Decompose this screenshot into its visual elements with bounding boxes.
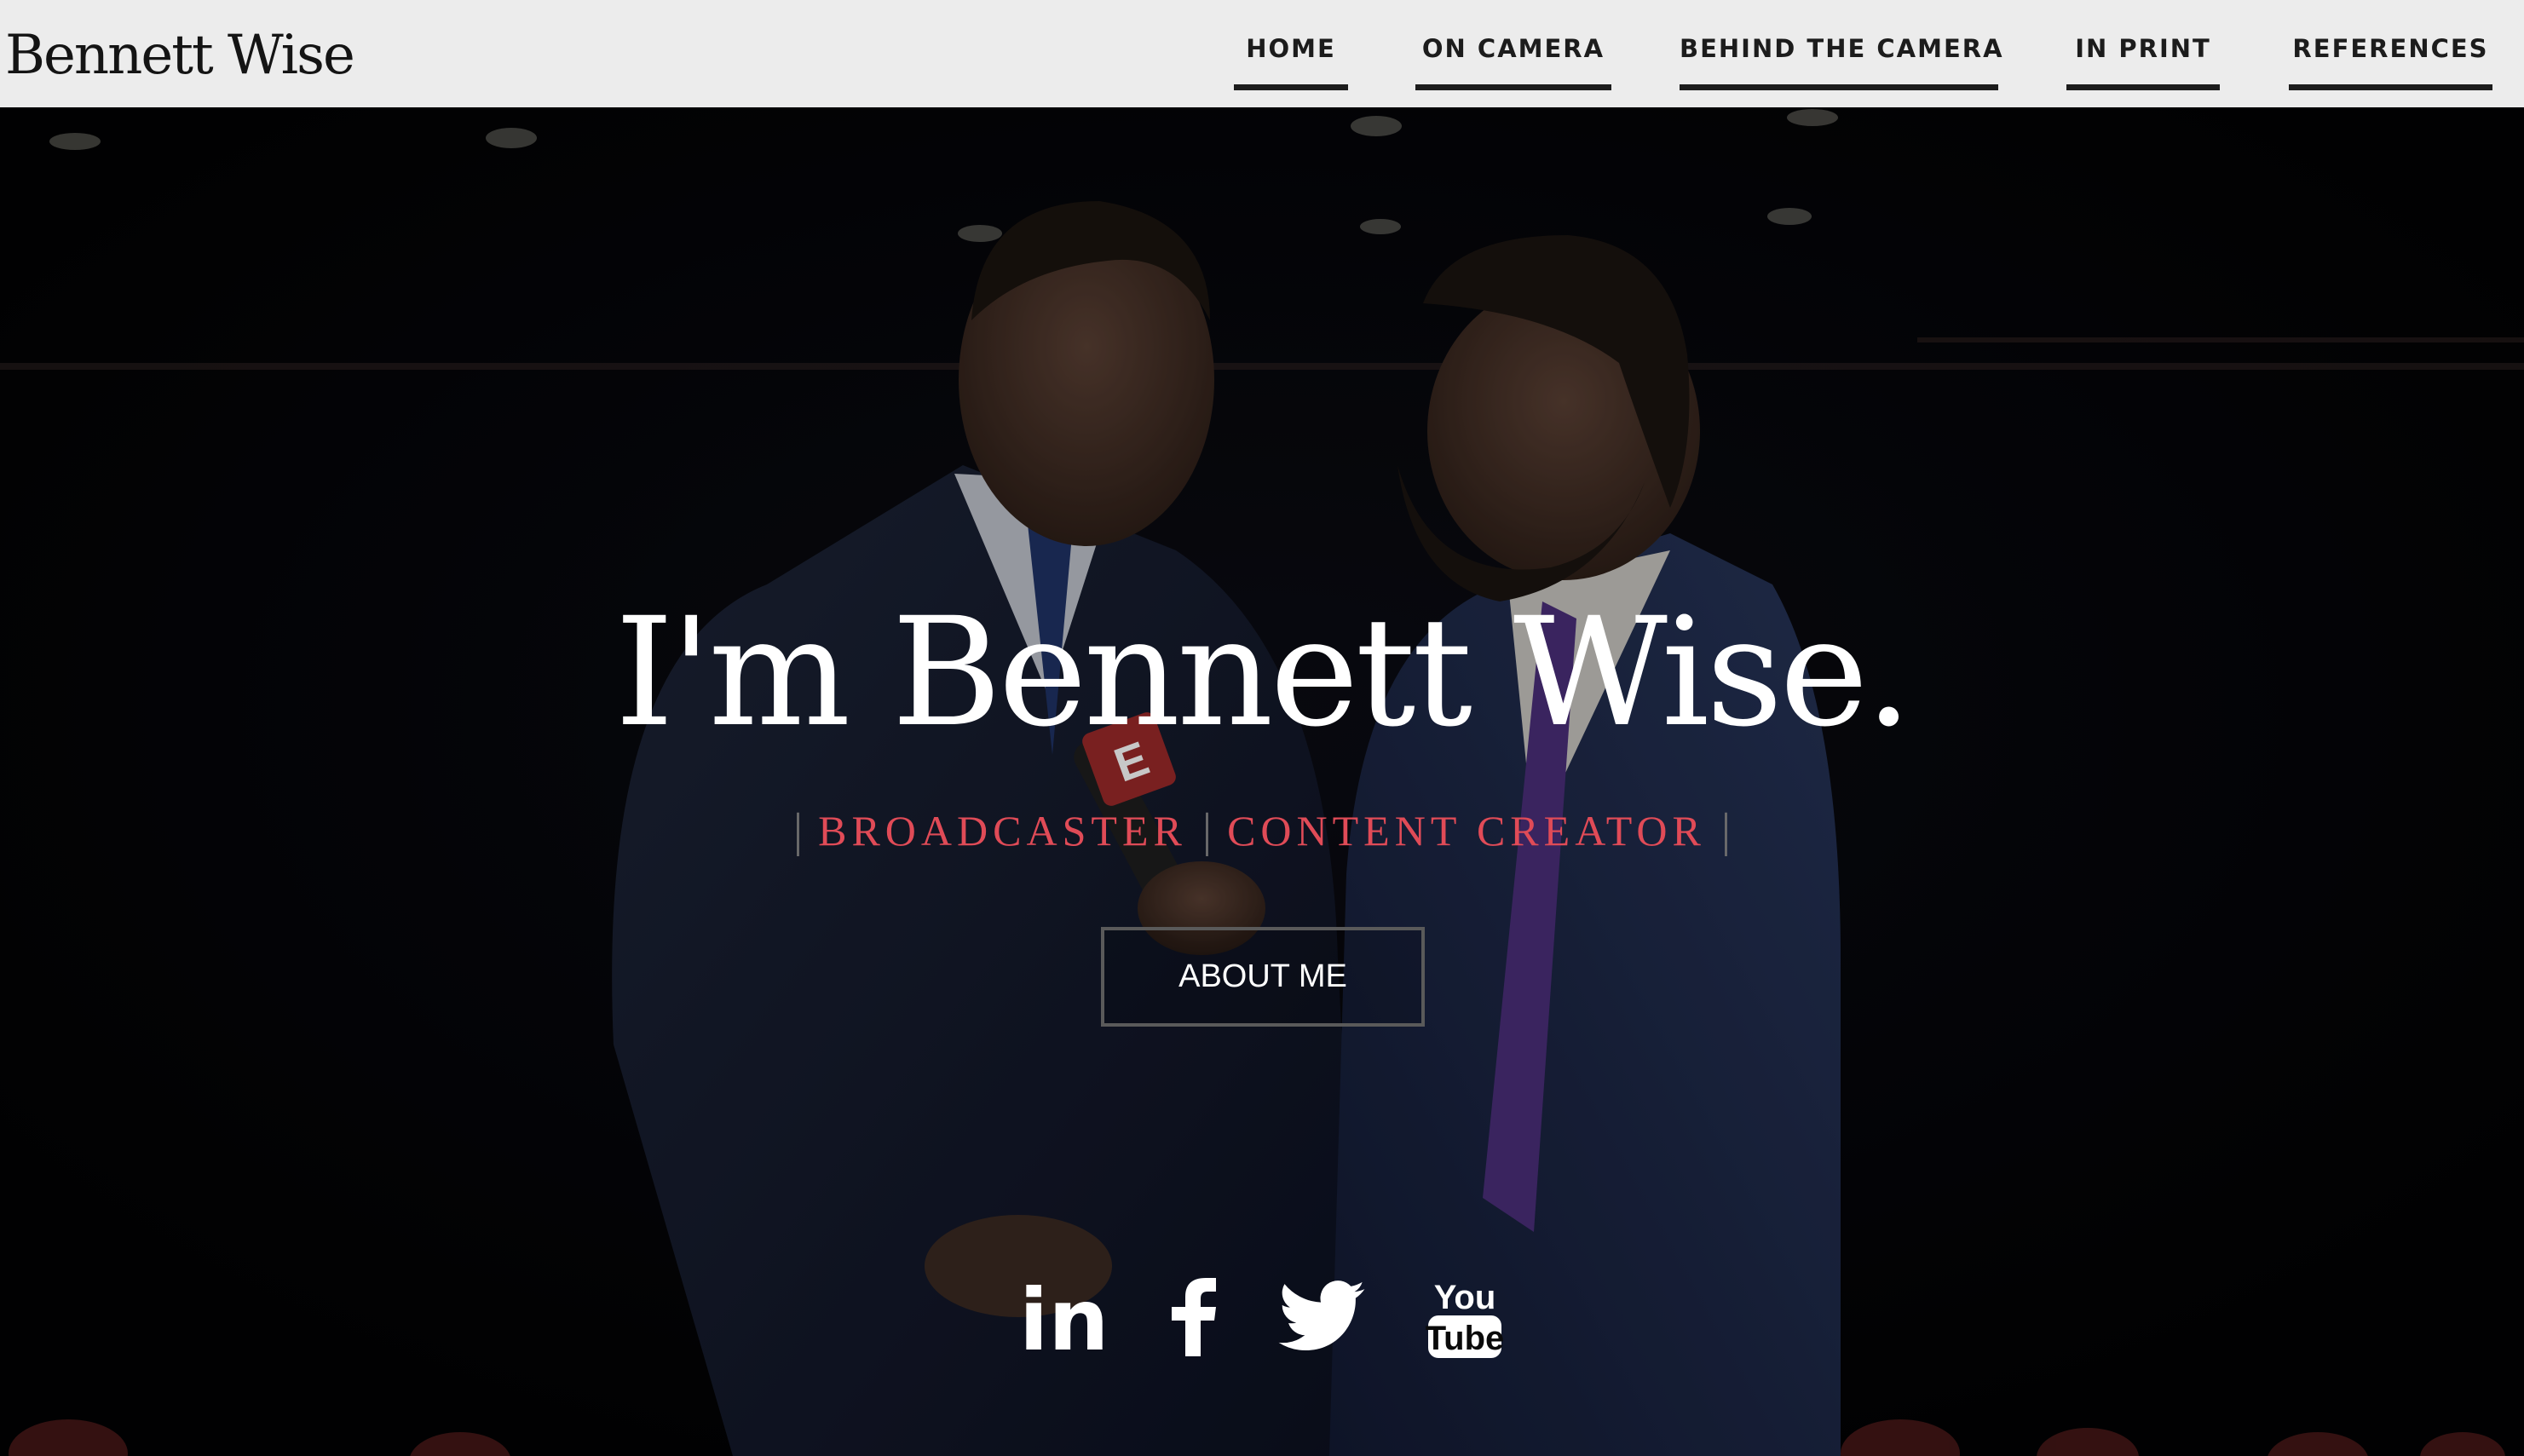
nav-item-references[interactable]: REFERENCES [2289, 0, 2492, 107]
nav-label: REFERENCES [2292, 34, 2489, 63]
nav-item-in-print[interactable]: IN PRINT [2066, 0, 2220, 107]
role-separator: | [1720, 804, 1732, 857]
nav-label: IN PRINT [2075, 34, 2211, 63]
hero-dark-overlay [0, 107, 2524, 1456]
youtube-icon[interactable]: You Tube [1418, 1271, 1512, 1365]
hero-section: E I'm Bennett Wise. | BROADCASTER | CONTENT… [0, 107, 2524, 1456]
youtube-tube-text: Tube [1426, 1320, 1505, 1357]
hero-roles: | BROADCASTER | CONTENT CREATOR | [0, 801, 2524, 860]
nav-underline [1415, 84, 1611, 90]
nav-item-behind-the-camera[interactable]: BEHIND THE CAMERA [1680, 0, 2004, 107]
role-content-creator: CONTENT CREATOR [1227, 807, 1706, 855]
hero-title: I'm Bennett Wise. [614, 585, 1912, 760]
role-separator: | [1201, 804, 1213, 857]
linkedin-icon[interactable]: in [1014, 1270, 1109, 1370]
site-header: Bennett Wise HOME ON CAMERA BEHIND THE C… [0, 0, 2524, 107]
about-me-button[interactable]: ABOUT ME [1101, 927, 1425, 1027]
nav-underline [2289, 84, 2492, 90]
facebook-icon[interactable]: f [1144, 1271, 1238, 1365]
nav-label: BEHIND THE CAMERA [1680, 34, 2004, 63]
youtube-you-text: You [1434, 1279, 1496, 1316]
site-logo-text[interactable]: Bennett Wise [5, 19, 355, 92]
role-broadcaster: BROADCASTER [818, 807, 1187, 855]
page: Bennett Wise HOME ON CAMERA BEHIND THE C… [0, 0, 2524, 1456]
nav-label: HOME [1246, 34, 1336, 63]
nav-underline [2066, 84, 2220, 90]
nav-item-home[interactable]: HOME [1234, 0, 1348, 107]
role-separator: | [792, 804, 804, 857]
linkedin-glyph: in [1019, 1271, 1108, 1365]
nav-label: ON CAMERA [1421, 34, 1605, 63]
nav-underline [1234, 84, 1348, 90]
facebook-glyph: f [1144, 1271, 1145, 1272]
nav-underline [1680, 84, 1998, 90]
nav-item-on-camera[interactable]: ON CAMERA [1415, 0, 1611, 107]
twitter-icon[interactable] [1275, 1271, 1369, 1365]
